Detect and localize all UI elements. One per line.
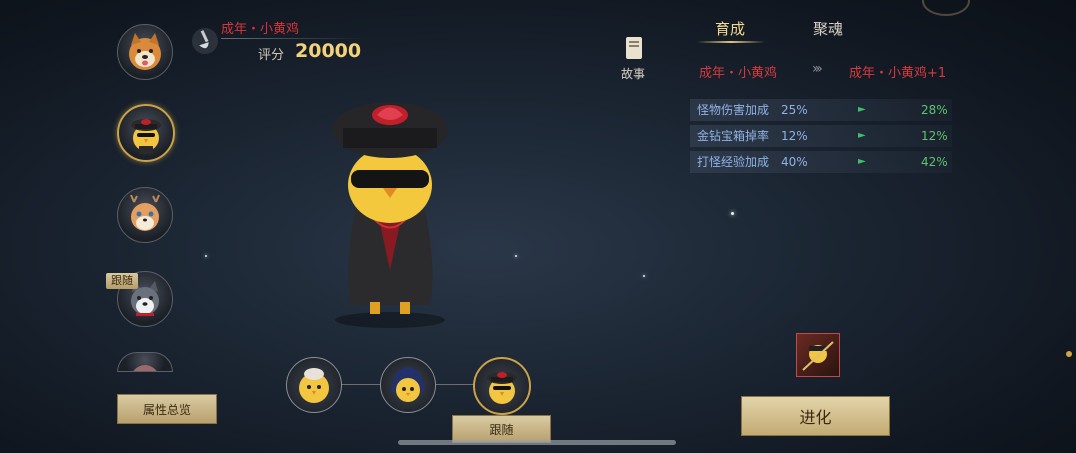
- hooded-chick-icon: [391, 367, 425, 402]
- officer-chick-icon: [131, 119, 161, 154]
- pet-name: 成年・小黄鸡: [221, 22, 300, 37]
- officer-chick-character: [332, 102, 448, 328]
- sparkle-decoration: [205, 255, 207, 257]
- stat-row: 怪物伤害加成 25% ► 28%: [690, 99, 952, 121]
- evolve-button[interactable]: 进化: [741, 396, 890, 436]
- score-value: 20000: [295, 40, 362, 62]
- stat-next: 28%: [921, 103, 948, 117]
- stat-name: 金钻宝箱掉率: [697, 129, 770, 143]
- officer-chick-icon: [487, 372, 517, 404]
- active-tab-underline: [697, 41, 765, 43]
- stat-up-arrow-icon: ►: [858, 130, 866, 141]
- stat-row: 金钻宝箱掉率 12% ► 12%: [690, 125, 952, 147]
- pet-slot-partial[interactable]: [117, 352, 173, 372]
- stat-row: 打怪经验加成 40% ► 42%: [690, 151, 952, 173]
- sparkle-decoration: [515, 255, 517, 257]
- story-label[interactable]: 故事: [621, 65, 645, 82]
- pet-slot-deer-fox[interactable]: [117, 187, 173, 243]
- form-slot-hooded-chick[interactable]: [380, 357, 436, 413]
- stat-current: 40%: [781, 155, 808, 169]
- baby-chick-icon: [299, 368, 329, 403]
- sparkle-decoration: [731, 212, 734, 215]
- form-slot-officer-chick[interactable]: [473, 357, 531, 415]
- form-slot-baby-chick[interactable]: [286, 357, 342, 413]
- sparkle-decoration: [643, 275, 645, 277]
- evolution-arrows: ›››: [812, 61, 823, 77]
- deer-fox-icon: [130, 194, 160, 231]
- pet-slot-shiba[interactable]: [117, 24, 173, 80]
- shovel-icon[interactable]: [192, 26, 218, 56]
- evolution-from: 成年・小黄鸡: [699, 66, 778, 81]
- stat-up-arrow-icon: ►: [858, 156, 866, 167]
- evolution-to: 成年・小黄鸡+1: [849, 66, 947, 81]
- pet-slot-officer-chick[interactable]: [117, 104, 175, 162]
- stat-current: 12%: [781, 129, 808, 143]
- partial-pet-icon: [133, 365, 157, 371]
- stat-next: 12%: [921, 129, 948, 143]
- follow-tag: 跟随: [106, 273, 138, 289]
- evolution-material-icon[interactable]: [796, 333, 840, 377]
- score-label: 评分: [258, 48, 285, 63]
- name-divider: [221, 38, 363, 39]
- book-icon[interactable]: [624, 36, 644, 60]
- stat-name: 打怪经验加成: [697, 155, 770, 169]
- stat-next: 42%: [921, 155, 948, 169]
- tab-cultivate[interactable]: 育成: [715, 18, 745, 39]
- attribute-overview-button[interactable]: 属性总览: [117, 394, 217, 424]
- stat-name: 怪物伤害加成: [697, 103, 770, 117]
- follow-button[interactable]: 跟随: [452, 415, 551, 443]
- side-indicator-dot: [1066, 351, 1072, 357]
- stat-up-arrow-icon: ►: [858, 104, 866, 115]
- stat-current: 25%: [781, 103, 808, 117]
- corner-ring-icon[interactable]: [922, 0, 970, 16]
- scrollbar[interactable]: [398, 440, 676, 445]
- tab-soul-gather[interactable]: 聚魂: [813, 18, 843, 39]
- shiba-dog-icon: [129, 33, 161, 70]
